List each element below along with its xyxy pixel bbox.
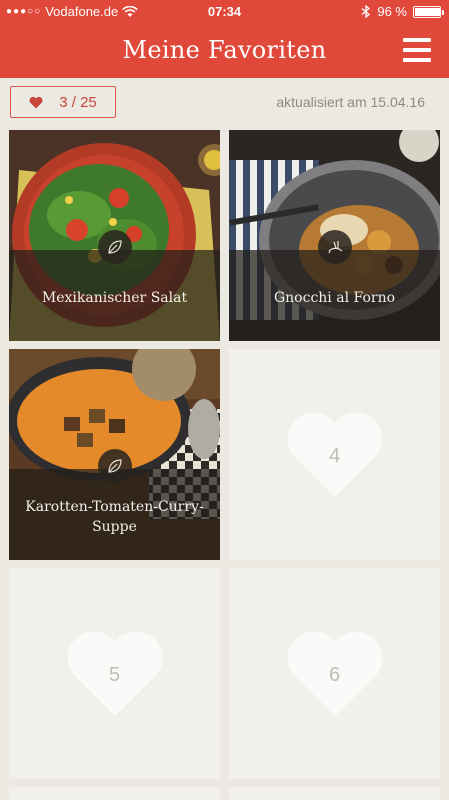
hamburger-menu-icon[interactable] — [403, 38, 431, 62]
favorites-grid: Mexikanischer Salat Gnocchi al Forno Kar… — [9, 130, 440, 800]
favorite-title: Mexikanischer Salat — [41, 290, 188, 306]
favorite-title: Karotten-Tomaten-Curry-Suppe — [25, 499, 204, 535]
battery-fill — [415, 7, 440, 16]
bluetooth-icon — [361, 5, 371, 18]
slot-number: 5 — [108, 664, 121, 686]
empty-favorite-slot[interactable]: 4 — [229, 349, 440, 560]
empty-favorite-slot[interactable] — [229, 787, 440, 800]
page-title: Meine Favoriten — [122, 36, 327, 64]
heart-icon — [29, 96, 43, 108]
updated-date: aktualisiert am 15.04.16 — [276, 94, 425, 110]
empty-favorite-slot[interactable]: 5 — [9, 568, 220, 779]
slot-number: 4 — [328, 445, 341, 467]
battery-icon — [413, 5, 444, 18]
app-header: ●●●○○ Vodafone.de 07:34 96 % Meine Favor… — [0, 0, 449, 78]
favorite-tile-gnocchi[interactable]: Gnocchi al Forno — [229, 130, 440, 341]
slot-number: 6 — [328, 664, 341, 686]
favorite-tile-soup[interactable]: Karotten-Tomaten-Curry-Suppe — [9, 349, 220, 560]
counter-text: 3 / 25 — [59, 93, 97, 111]
leaf-icon — [98, 449, 132, 483]
status-bar: ●●●○○ Vodafone.de 07:34 96 % — [0, 0, 449, 22]
favorite-title: Gnocchi al Forno — [273, 290, 396, 306]
favorites-counter[interactable]: 3 / 25 — [10, 86, 116, 118]
empty-favorite-slot[interactable]: 6 — [229, 568, 440, 779]
leaf-icon — [98, 230, 132, 264]
empty-favorite-slot[interactable] — [9, 787, 220, 800]
battery-percent: 96 % — [377, 4, 407, 19]
favorite-tile-salad[interactable]: Mexikanischer Salat — [9, 130, 220, 341]
rabbit-icon — [318, 230, 352, 264]
